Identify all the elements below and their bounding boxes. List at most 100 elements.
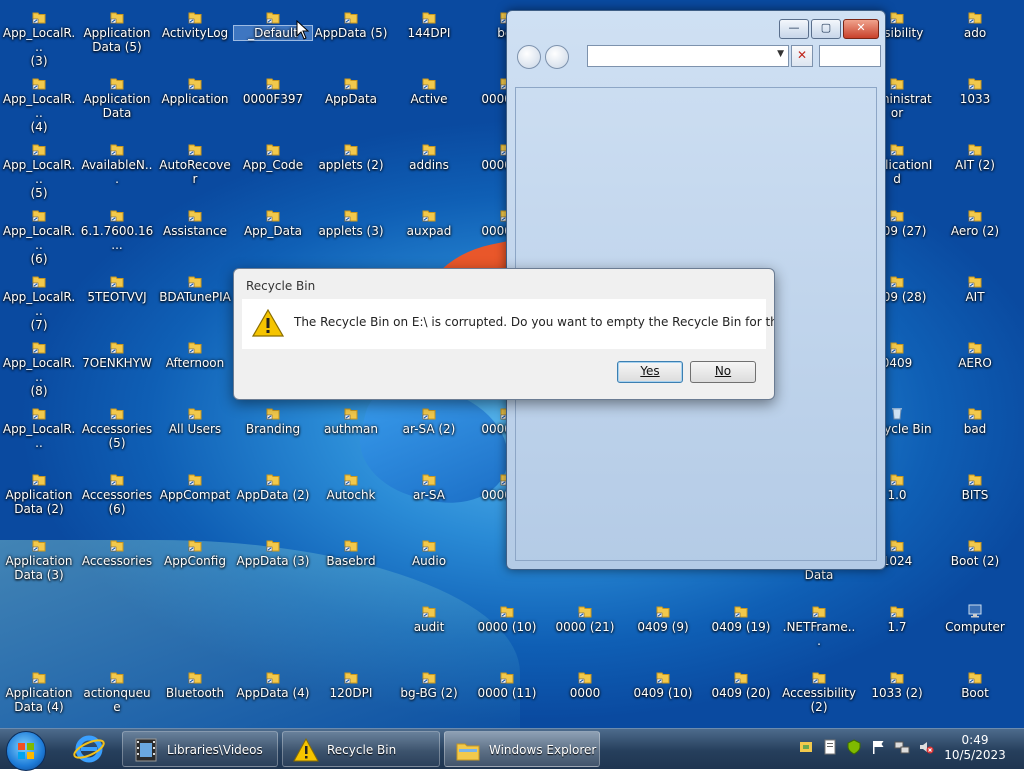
desktop-icon[interactable]: 6.1.7600.16... [78,208,156,252]
close-button[interactable]: ✕ [843,19,879,39]
stop-button[interactable]: ✕ [791,45,813,67]
desktop-icon[interactable]: Application Data (5) [78,10,156,54]
desktop-icon[interactable]: App_Data [234,208,312,238]
address-bar[interactable]: ▼ [587,45,789,67]
desktop-icon[interactable]: Basebrd [312,538,390,568]
no-button[interactable]: No [690,361,756,383]
desktop-icon[interactable]: ActivityLog [156,10,234,40]
desktop-icon[interactable]: Application Data (2) [0,472,78,516]
desktop-icon[interactable]: .NETFrame... [780,604,858,648]
desktop-icon[interactable]: bg-BG (2) [390,670,468,700]
desktop-icon[interactable]: auxpad [390,208,468,238]
desktop-icon[interactable]: AppData [312,76,390,106]
desktop-icon[interactable]: 0409 (9) [624,604,702,634]
forward-button[interactable] [545,45,569,69]
desktop-icon[interactable]: 1.7 [858,604,936,634]
security-shield-icon[interactable] [846,739,862,755]
volume-muted-icon[interactable] [918,739,934,755]
desktop-icon[interactable]: 0000 (21) [546,604,624,634]
desktop-icon[interactable]: 0000 (10) [468,604,546,634]
desktop-icon[interactable]: 5TEOTVVJ [78,274,156,304]
desktop-icon[interactable]: BDATunePIA [156,274,234,304]
desktop-icon[interactable]: App_LocalR... (4) [0,76,78,134]
taskbar-item-recycle-bin[interactable]: Recycle Bin [282,731,440,767]
desktop-icon[interactable]: Boot [936,670,1014,700]
desktop-icon[interactable]: Accessories (6) [78,472,156,516]
desktop-icon[interactable]: App_LocalR... (3) [0,10,78,68]
desktop-icon[interactable]: AppData (2) [234,472,312,502]
desktop-icon[interactable]: AvailableN... [78,142,156,186]
desktop-icon[interactable]: BITS [936,472,1014,502]
desktop-icon[interactable]: 0000F397 [234,76,312,106]
desktop-icon[interactable]: Autochk [312,472,390,502]
desktop-icon[interactable]: AutoRecover [156,142,234,186]
desktop-icon[interactable]: Application [156,76,234,106]
minimize-button[interactable]: — [779,19,809,39]
desktop-icon[interactable]: App_Code [234,142,312,172]
desktop-icon[interactable]: AIT [936,274,1014,304]
action-center-flag-icon[interactable] [870,739,886,755]
desktop-icon[interactable]: addins [390,142,468,172]
taskbar-item-libraries-videos[interactable]: Libraries\Videos [122,731,278,767]
desktop-icon[interactable]: AIT (2) [936,142,1014,172]
desktop-icon[interactable]: Accessibility (2) [780,670,858,714]
desktop-icon[interactable]: authman [312,406,390,436]
desktop-icon[interactable]: Application Data (4) [0,670,78,714]
internet-explorer-icon[interactable] [72,733,106,765]
desktop-icon[interactable]: AppData (3) [234,538,312,568]
desktop-icon[interactable]: Boot (2) [936,538,1014,568]
desktop-icon[interactable]: ar-SA [390,472,468,502]
desktop-icon[interactable]: 0000 (11) [468,670,546,700]
desktop-icon[interactable]: 1033 [936,76,1014,106]
maximize-button[interactable]: ▢ [811,19,841,39]
document-icon[interactable] [822,739,838,755]
desktop-icon[interactable]: App_LocalR... (5) [0,142,78,200]
desktop-icon[interactable]: AppCompat [156,472,234,502]
desktop-icon[interactable]: 0409 (19) [702,604,780,634]
desktop-icon[interactable]: 7OENKHYW [78,340,156,370]
desktop-icon[interactable]: Branding [234,406,312,436]
desktop-icon[interactable]: applets (3) [312,208,390,238]
desktop-icon[interactable]: AppData (5) [312,10,390,40]
desktop-icon[interactable]: 0409 (20) [702,670,780,700]
desktop-icon[interactable]: AERO [936,340,1014,370]
desktop-icon[interactable]: Afternoon [156,340,234,370]
desktop-icon[interactable]: 0000 [546,670,624,700]
desktop-icon[interactable]: actionqueue [78,670,156,714]
desktop-icon[interactable]: App_LocalR... (8) [0,340,78,398]
desktop-icon[interactable]: Active [390,76,468,106]
desktop-icon[interactable]: Assistance [156,208,234,238]
recycle-bin-dialog[interactable]: Recycle Bin The Recycle Bin on E:\ is co… [233,268,775,400]
update-icon[interactable] [798,739,814,755]
desktop[interactable]: App_LocalR... (3) Application Data (5) Activ… [0,0,1024,728]
desktop-icon[interactable]: Accessories [78,538,156,568]
network-icon[interactable] [894,739,910,755]
yes-button[interactable]: Yes [617,361,683,383]
search-input[interactable] [819,45,881,67]
desktop-icon[interactable]: ar-SA (2) [390,406,468,436]
desktop-icon[interactable]: ado [936,10,1014,40]
desktop-icon[interactable]: Audio [390,538,468,568]
desktop-icon[interactable]: App_LocalR... (6) [0,208,78,266]
chevron-down-icon[interactable]: ▼ [777,49,784,59]
desktop-icon[interactable]: All Users [156,406,234,436]
desktop-icon[interactable]: audit [390,604,468,634]
start-button[interactable] [6,731,46,771]
system-clock[interactable]: 0:49 10/5/2023 [940,733,1010,763]
desktop-icon[interactable]: Application Data [78,76,156,120]
desktop-icon[interactable]: 0409 (10) [624,670,702,700]
desktop-icon[interactable]: AppData (4) [234,670,312,700]
back-button[interactable] [517,45,541,69]
desktop-icon[interactable]: 120DPI [312,670,390,700]
desktop-icon[interactable]: Aero (2) [936,208,1014,238]
desktop-icon[interactable]: Computer [936,604,1014,634]
desktop-icon[interactable]: 1033 (2) [858,670,936,700]
desktop-icon[interactable]: Application Data (3) [0,538,78,582]
desktop-icon[interactable]: AppConfig [156,538,234,568]
desktop-icon[interactable]: Accessories (5) [78,406,156,450]
desktop-icon[interactable]: 144DPI [390,10,468,40]
desktop-icon[interactable]: Bluetooth [156,670,234,700]
desktop-icon[interactable]: App_LocalR... (7) [0,274,78,332]
desktop-icon[interactable]: bad [936,406,1014,436]
desktop-icon[interactable]: applets (2) [312,142,390,172]
